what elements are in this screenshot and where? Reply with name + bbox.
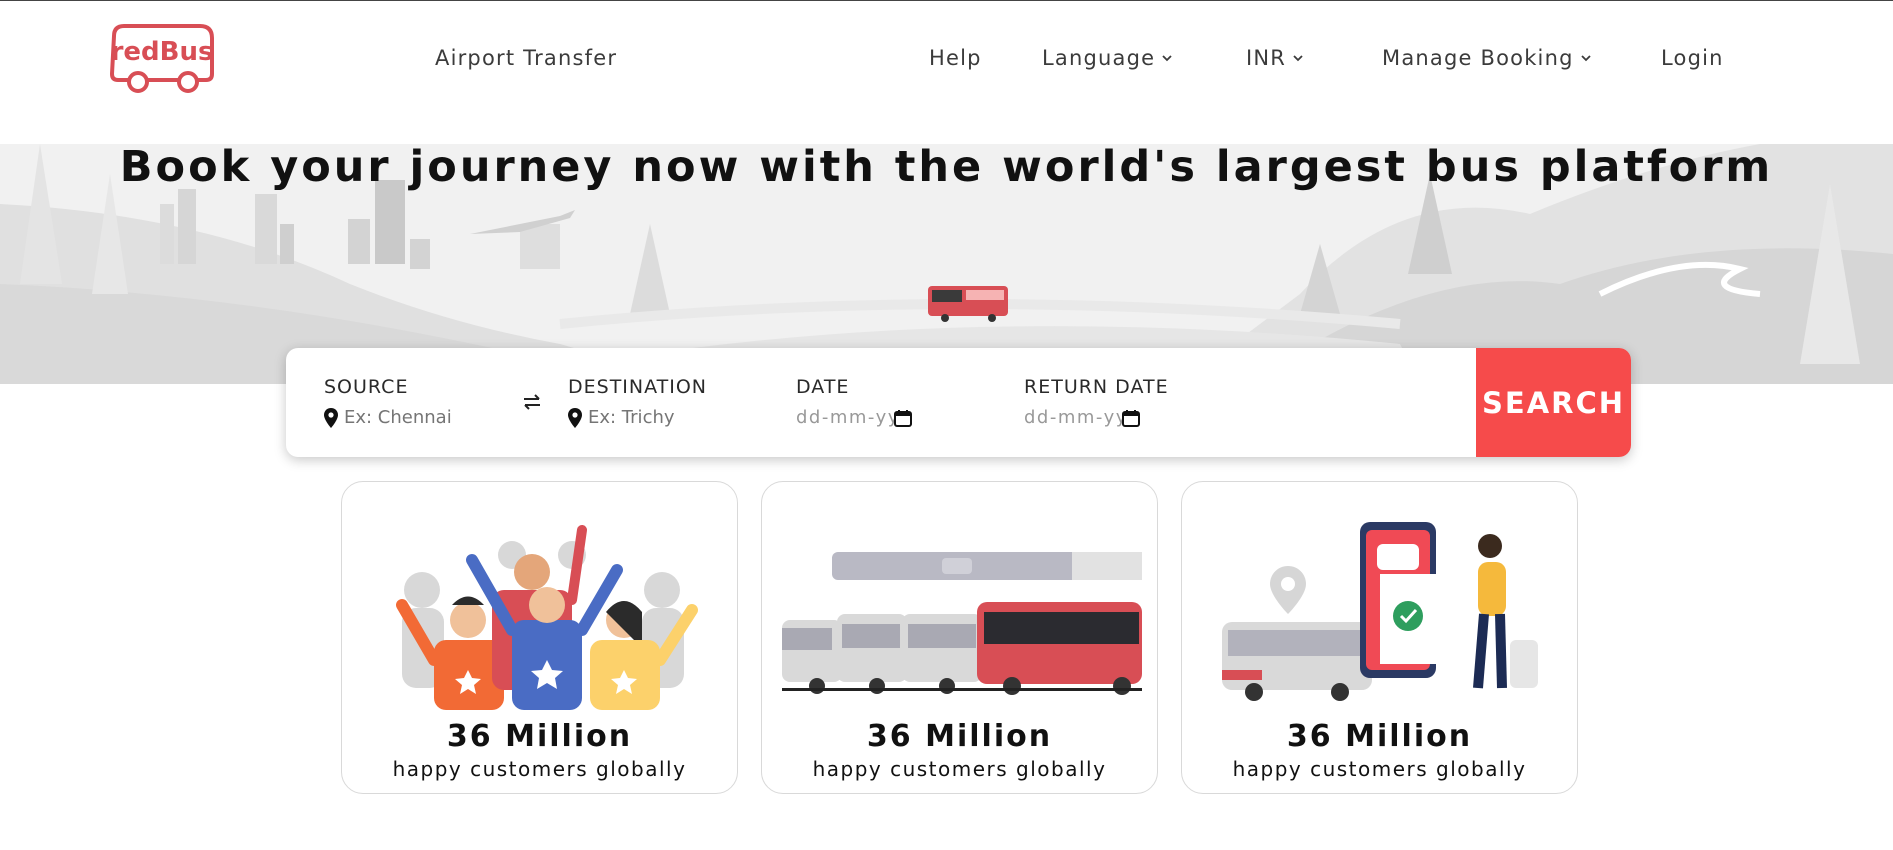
calendar-icon[interactable] [1122,409,1140,427]
nav-language-dropdown[interactable]: Language [1042,46,1173,70]
happy-customers-illustration [396,525,698,710]
stat-value: 36 Million [1286,719,1473,754]
nav-airport-transfer[interactable]: Airport Transfer [435,46,617,70]
chevron-down-icon [1293,55,1303,62]
chevron-down-icon [1581,55,1591,62]
nav-login-label: Login [1661,46,1724,70]
stat-card: 36 Million happy customers globally [1181,481,1578,794]
destination-input[interactable] [588,407,708,428]
nav-login[interactable]: Login [1661,46,1724,70]
swap-button[interactable] [512,382,552,422]
stat-card: 36 Million happy customers globally [341,481,738,794]
nav-language-label: Language [1042,46,1156,70]
stat-caption: happy customers globally [392,757,687,781]
date-label: DATE [796,376,850,398]
source-input[interactable] [344,407,464,428]
source-label: SOURCE [324,376,409,398]
chevron-down-icon [1162,55,1172,62]
stat-value: 36 Million [446,719,633,754]
redbus-logo[interactable]: redBus [108,22,216,94]
nav-manage-booking-label: Manage Booking [1382,46,1574,70]
bus-fleet-illustration [782,552,1142,695]
return-date-field[interactable]: RETURN DATE dd-mm-yyyy [1024,376,1169,428]
location-pin-icon [568,407,582,428]
nav-currency-dropdown[interactable]: INR [1246,46,1304,70]
calendar-icon[interactable] [894,409,912,427]
logo-text: redBus [111,37,214,67]
mobile-ticket-illustration [1222,522,1538,701]
return-date-label: RETURN DATE [1024,376,1169,398]
nav-help-label: Help [929,46,982,70]
destination-field: DESTINATION [568,376,708,428]
nav-manage-booking-dropdown[interactable]: Manage Booking [1382,46,1592,70]
nav-currency-label: INR [1246,46,1287,70]
return-date-input[interactable]: dd-mm-yyyy [1024,407,1124,428]
top-border [0,0,1893,1]
location-pin-icon [324,407,338,428]
swap-icon [524,394,540,410]
nav-airport-transfer-label: Airport Transfer [435,46,618,70]
stat-caption: happy customers globally [812,757,1107,781]
source-field: SOURCE [324,376,464,428]
stat-card: 36 Million happy customers globally [761,481,1158,794]
stat-value: 36 Million [866,719,1053,754]
date-input[interactable]: dd-mm-yyyy [796,407,896,428]
search-button[interactable]: SEARCH [1476,348,1631,457]
stat-caption: happy customers globally [1232,757,1527,781]
nav-help[interactable]: Help [929,46,982,70]
date-field[interactable]: DATE dd-mm-yyyy [796,376,912,428]
hero-headline: Book your journey now with the world's l… [119,142,1774,192]
search-bar: SOURCE DESTINATION DATE dd-mm-yyyy RETUR… [286,348,1631,457]
destination-label: DESTINATION [568,376,708,398]
